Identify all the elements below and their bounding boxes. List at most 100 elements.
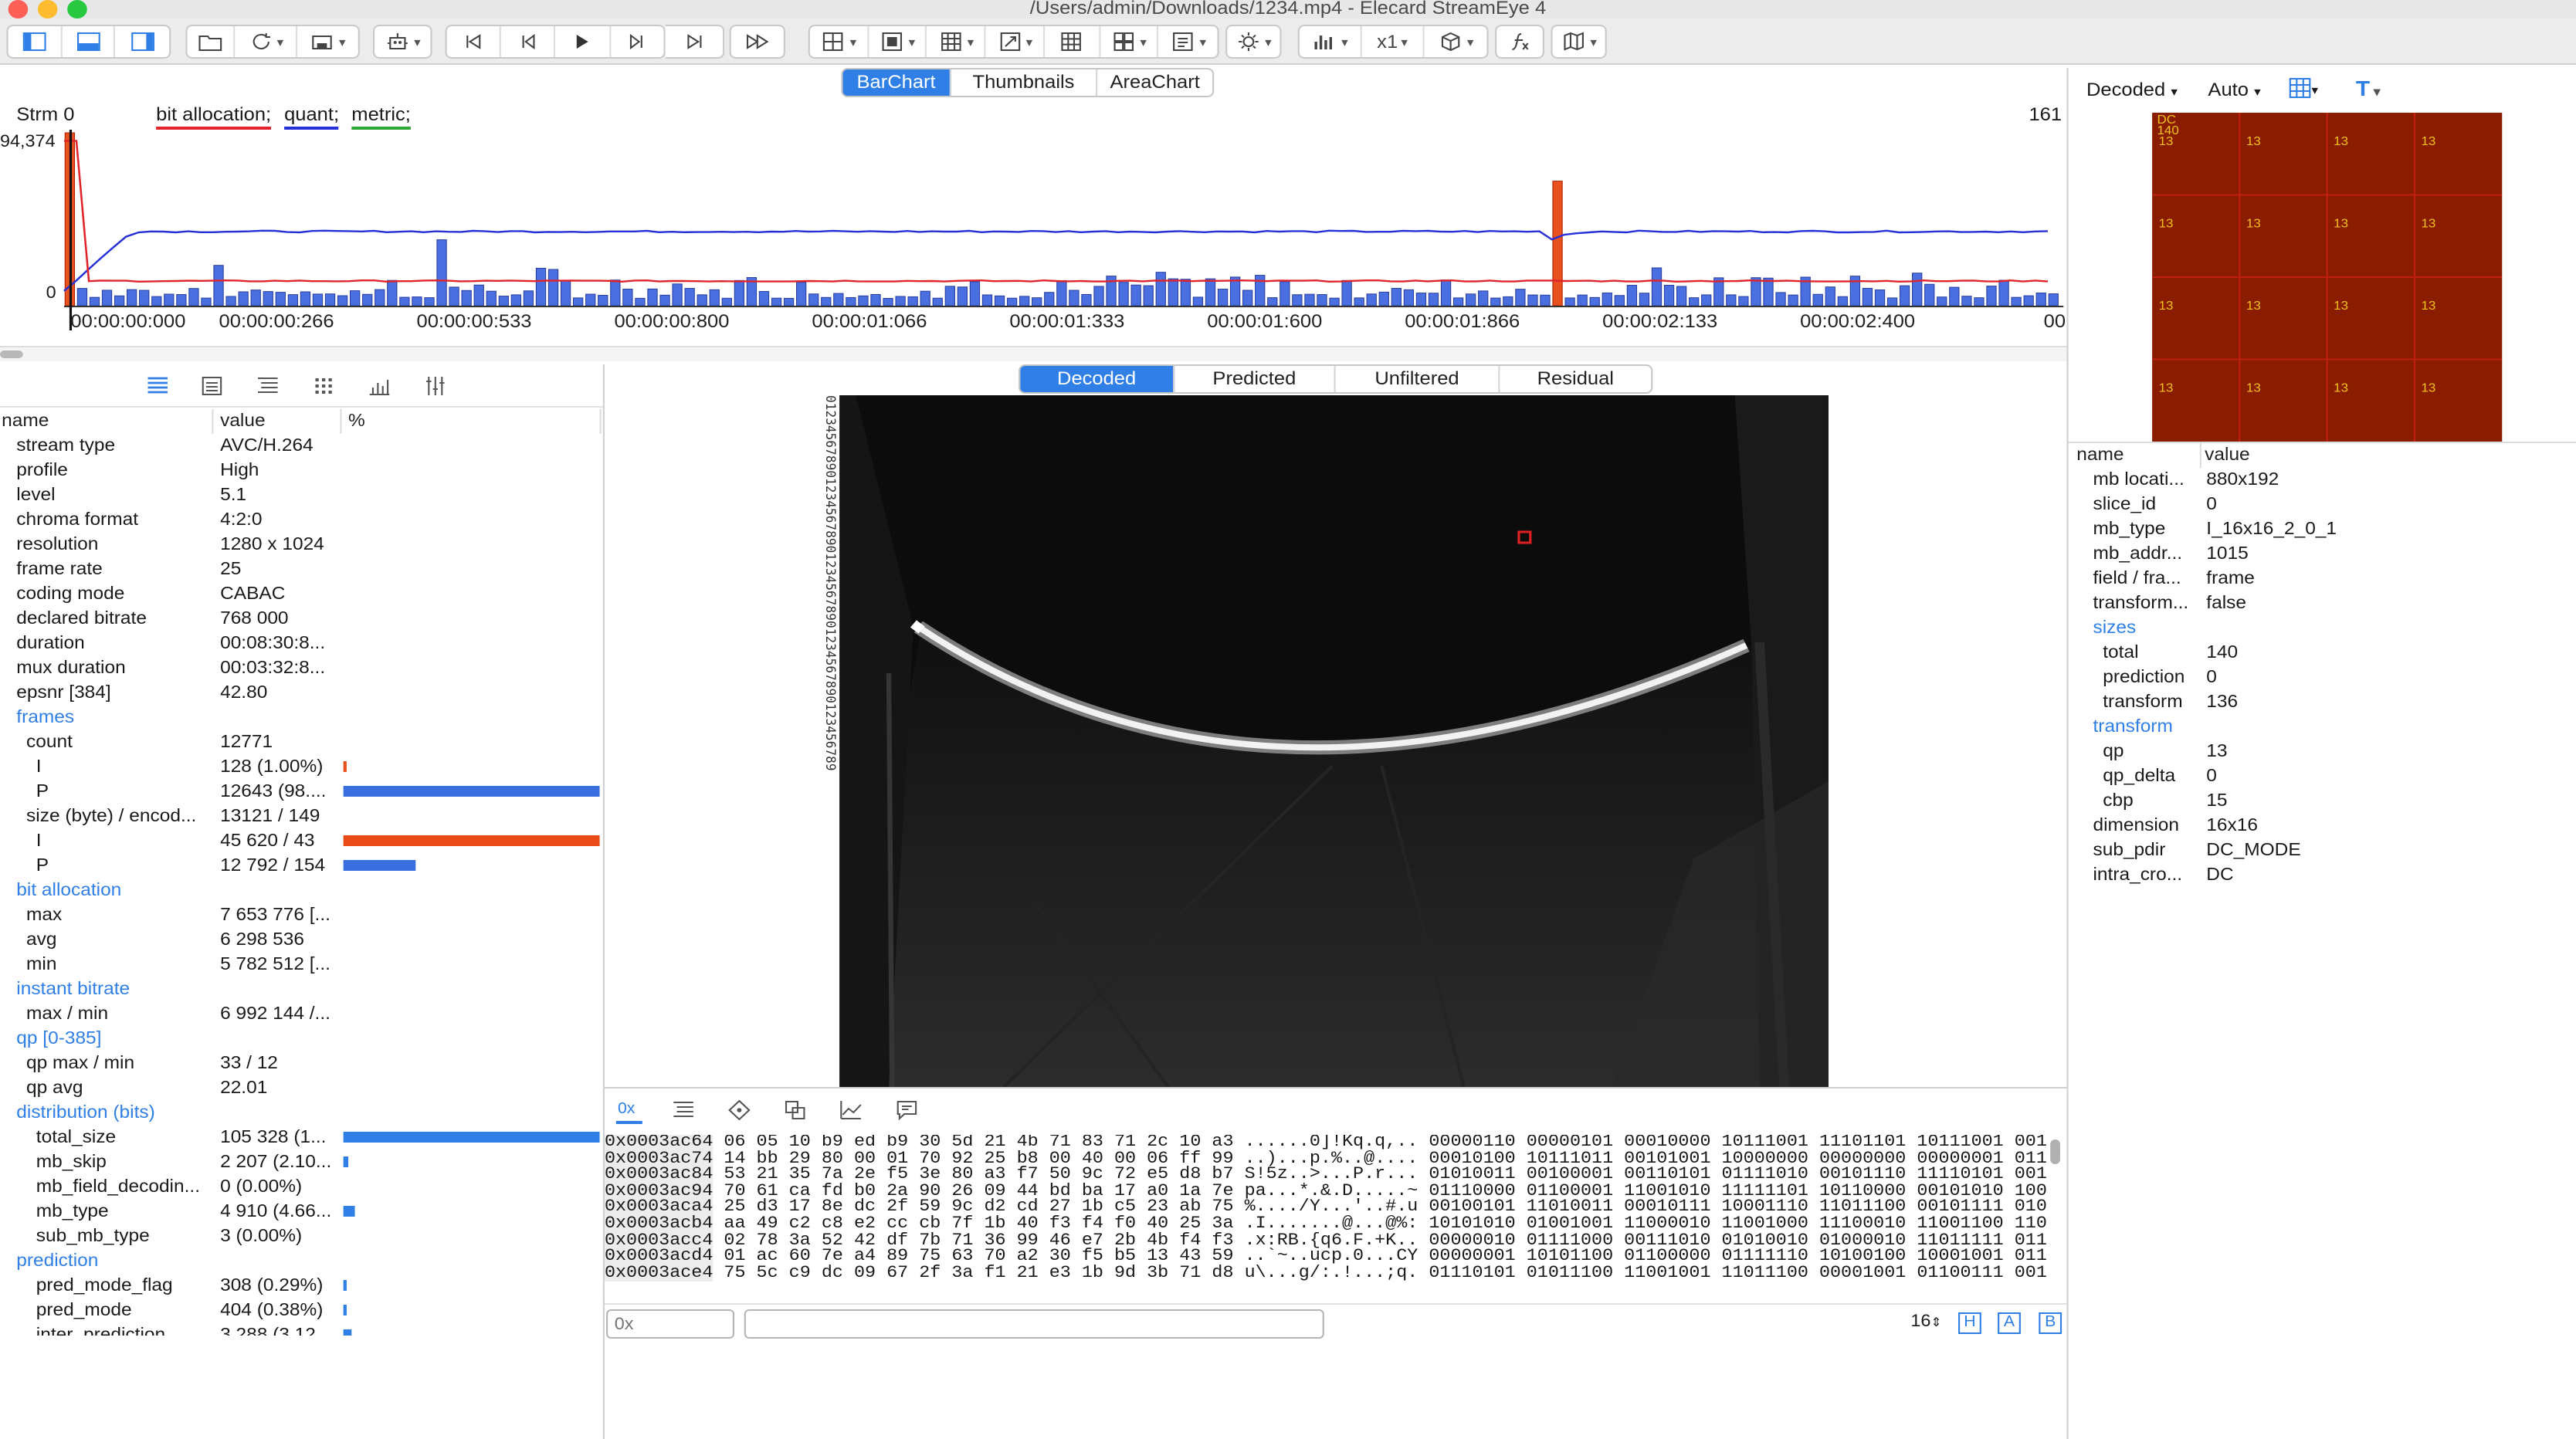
save-icon[interactable]: ▾ <box>297 26 358 57</box>
zoom-select[interactable]: Auto ▾ <box>2208 79 2260 100</box>
property-row[interactable]: stream type AVC/H.264 <box>0 434 603 459</box>
hex-mode-button[interactable]: H <box>1958 1312 1981 1334</box>
decoded-frame-view[interactable] <box>839 395 1829 1087</box>
property-row[interactable]: inter_prediction 3 288 (3.12... <box>0 1323 603 1336</box>
property-row[interactable]: sub_mb_type 3 (0.00%) <box>0 1224 603 1249</box>
text-overlay-select[interactable]: T ▾ <box>2356 76 2381 100</box>
hex-line[interactable]: 0x0003ac64 06 05 10 b9 ed b9 30 5d 21 4b… <box>604 1135 2067 1152</box>
grid-overlay-icon[interactable]: ▾ <box>810 26 869 57</box>
robot-analysis-icon[interactable]: ▾ <box>375 26 430 57</box>
property-row[interactable]: frames <box>0 706 603 730</box>
tab-areachart[interactable]: AreaChart <box>1097 69 1212 96</box>
property-row[interactable]: instant bitrate <box>0 977 603 1002</box>
tab-barchart[interactable]: BarChart <box>842 69 951 96</box>
column-header-value[interactable]: value <box>2205 443 2250 468</box>
mb-property-row[interactable]: dimension 16x16 <box>2070 814 2576 838</box>
hex-line[interactable]: 0x0003ac74 14 bb 29 80 00 01 70 92 25 b8… <box>604 1150 2067 1168</box>
property-row[interactable]: frame rate 25 <box>0 557 603 582</box>
macroblock-grid[interactable]: 13 13 13 13 13 13 13 13 13 13 13 13 13 13 13 13 DC 140 <box>2152 113 2503 442</box>
property-row[interactable]: size (byte) / encod... 13121 / 149 <box>0 804 603 829</box>
tab-thumbnails[interactable]: Thumbnails <box>951 69 1098 96</box>
fast-forward-icon[interactable] <box>731 26 784 57</box>
map-icon[interactable]: ▾ <box>1553 26 1605 57</box>
mb-property-row[interactable]: field / fra... frame <box>2070 567 2576 591</box>
property-row[interactable]: max 7 653 776 [... <box>0 903 603 928</box>
mb-property-row[interactable]: mb_addr... 1015 <box>2070 542 2576 567</box>
column-header-percent[interactable]: % <box>342 409 602 434</box>
right-panel-toggle-icon[interactable] <box>116 26 169 57</box>
previous-frame-icon[interactable] <box>500 26 556 57</box>
mb-property-row[interactable]: qp 13 <box>2070 740 2576 764</box>
property-row[interactable]: mb_skip 2 207 (2.10... <box>0 1150 603 1175</box>
mb-property-row[interactable]: prediction 0 <box>2070 665 2576 690</box>
chart-scrollbar-thumb[interactable] <box>0 350 23 358</box>
left-panel-toggle-icon[interactable] <box>8 26 63 57</box>
property-row[interactable]: prediction <box>0 1249 603 1274</box>
property-row[interactable]: min 5 782 512 [... <box>0 953 603 977</box>
hex-line[interactable]: 0x0003acd4 01 ac 60 7e a4 89 75 63 70 a2… <box>604 1248 2067 1266</box>
table-icon[interactable] <box>144 374 171 398</box>
property-row[interactable]: epsnr [384] 42.80 <box>0 681 603 706</box>
mb-property-row[interactable]: mb_type I_16x16_2_0_1 <box>2070 517 2576 542</box>
property-row[interactable]: qp max / min 33 / 12 <box>0 1051 603 1076</box>
scale-select[interactable]: x1 ▾ <box>1362 26 1425 57</box>
property-row[interactable]: total_size 105 328 (1... <box>0 1126 603 1150</box>
property-row[interactable]: avg 6 298 536 <box>0 928 603 953</box>
hex-line[interactable]: 0x0003ace4 75 5c c9 dc 09 67 2f 3a f1 21… <box>604 1265 2067 1282</box>
property-row[interactable]: I 128 (1.00%) <box>0 755 603 780</box>
text-list-icon[interactable] <box>670 1098 697 1122</box>
mb-property-row[interactable]: total 140 <box>2070 641 2576 665</box>
property-row[interactable]: duration 00:08:30:8... <box>0 631 603 656</box>
bar-chart-icon[interactable] <box>366 374 392 398</box>
property-row[interactable]: P 12643 (98.... <box>0 780 603 804</box>
mb-property-row[interactable]: mb locati... 880x192 <box>2070 468 2576 493</box>
property-row[interactable]: mb_field_decodin... 0 (0.00%) <box>0 1175 603 1200</box>
mb-property-row[interactable]: slice_id 0 <box>2070 493 2576 517</box>
first-frame-icon[interactable] <box>447 26 500 57</box>
comment-icon[interactable] <box>893 1098 920 1122</box>
mb-property-row[interactable]: transform... false <box>2070 591 2576 616</box>
layers-icon[interactable] <box>782 1098 808 1122</box>
list-icon[interactable] <box>198 374 225 398</box>
property-row[interactable]: qp [0-385] <box>0 1027 603 1051</box>
hex-line[interactable]: 0x0003ac84 53 21 35 7a 2e f5 3e 80 a3 f7… <box>604 1166 2067 1184</box>
mb-overlay-icon[interactable]: ▾ <box>869 26 927 57</box>
hex-line[interactable]: 0x0003acb4 aa 49 c2 c8 e2 cc cb 7f 1b 40… <box>604 1216 2067 1234</box>
mb-property-row[interactable]: transform <box>2070 715 2576 740</box>
column-header-name[interactable]: name <box>0 409 214 434</box>
tab-unfiltered[interactable]: Unfiltered <box>1336 366 1500 392</box>
info-list-icon[interactable]: ▾ <box>1159 26 1218 57</box>
motion-vectors-icon[interactable]: ▾ <box>986 26 1045 57</box>
mb-property-row[interactable]: transform 136 <box>2070 690 2576 715</box>
property-row[interactable]: max / min 6 992 144 /... <box>0 1002 603 1027</box>
open-folder-icon[interactable] <box>188 26 236 57</box>
outline-icon[interactable] <box>255 374 281 398</box>
hex-tab[interactable]: 0x <box>615 1096 642 1124</box>
reload-icon[interactable]: ▾ <box>236 26 297 57</box>
binary-mode-button[interactable]: B <box>2039 1312 2062 1334</box>
property-row[interactable]: mb_type 4 910 (4.66... <box>0 1200 603 1224</box>
bytes-per-line-stepper[interactable]: 16⇕ <box>1910 1312 1941 1331</box>
property-row[interactable]: qp avg 22.01 <box>0 1076 603 1101</box>
bitrate-chart[interactable]: Strm 0 bit allocation; quant; metric; 16… <box>0 99 2067 346</box>
grid-icon[interactable] <box>310 374 337 398</box>
next-frame-icon[interactable] <box>610 26 663 57</box>
tab-predicted[interactable]: Predicted <box>1174 366 1336 392</box>
bottom-panel-toggle-icon[interactable] <box>62 26 116 57</box>
column-header-name[interactable]: name <box>2076 443 2201 468</box>
property-row[interactable]: pred_mode 404 (0.38%) <box>0 1298 603 1323</box>
property-row[interactable]: profile High <box>0 459 603 483</box>
property-row[interactable]: mux duration 00:03:32:8... <box>0 656 603 681</box>
hex-line[interactable]: 0x0003aca4 25 d3 17 8e dc 2f 59 9c d2 cd… <box>604 1200 2067 1217</box>
mode-select[interactable]: Decoded ▾ <box>2086 79 2178 100</box>
column-header-value[interactable]: value <box>214 409 342 434</box>
property-row[interactable]: I 45 620 / 43 <box>0 829 603 854</box>
gear-icon[interactable]: ▾ <box>1227 26 1280 57</box>
right-splitter[interactable] <box>2066 68 2069 1439</box>
ascii-mode-button[interactable]: A <box>1998 1312 2021 1334</box>
block-grid-icon[interactable] <box>1045 26 1100 57</box>
property-row[interactable]: pred_mode_flag 308 (0.29%) <box>0 1274 603 1298</box>
offset-input[interactable] <box>606 1309 735 1339</box>
mb-property-row[interactable]: intra_cro... DC <box>2070 863 2576 888</box>
filter-icon[interactable] <box>422 374 449 398</box>
